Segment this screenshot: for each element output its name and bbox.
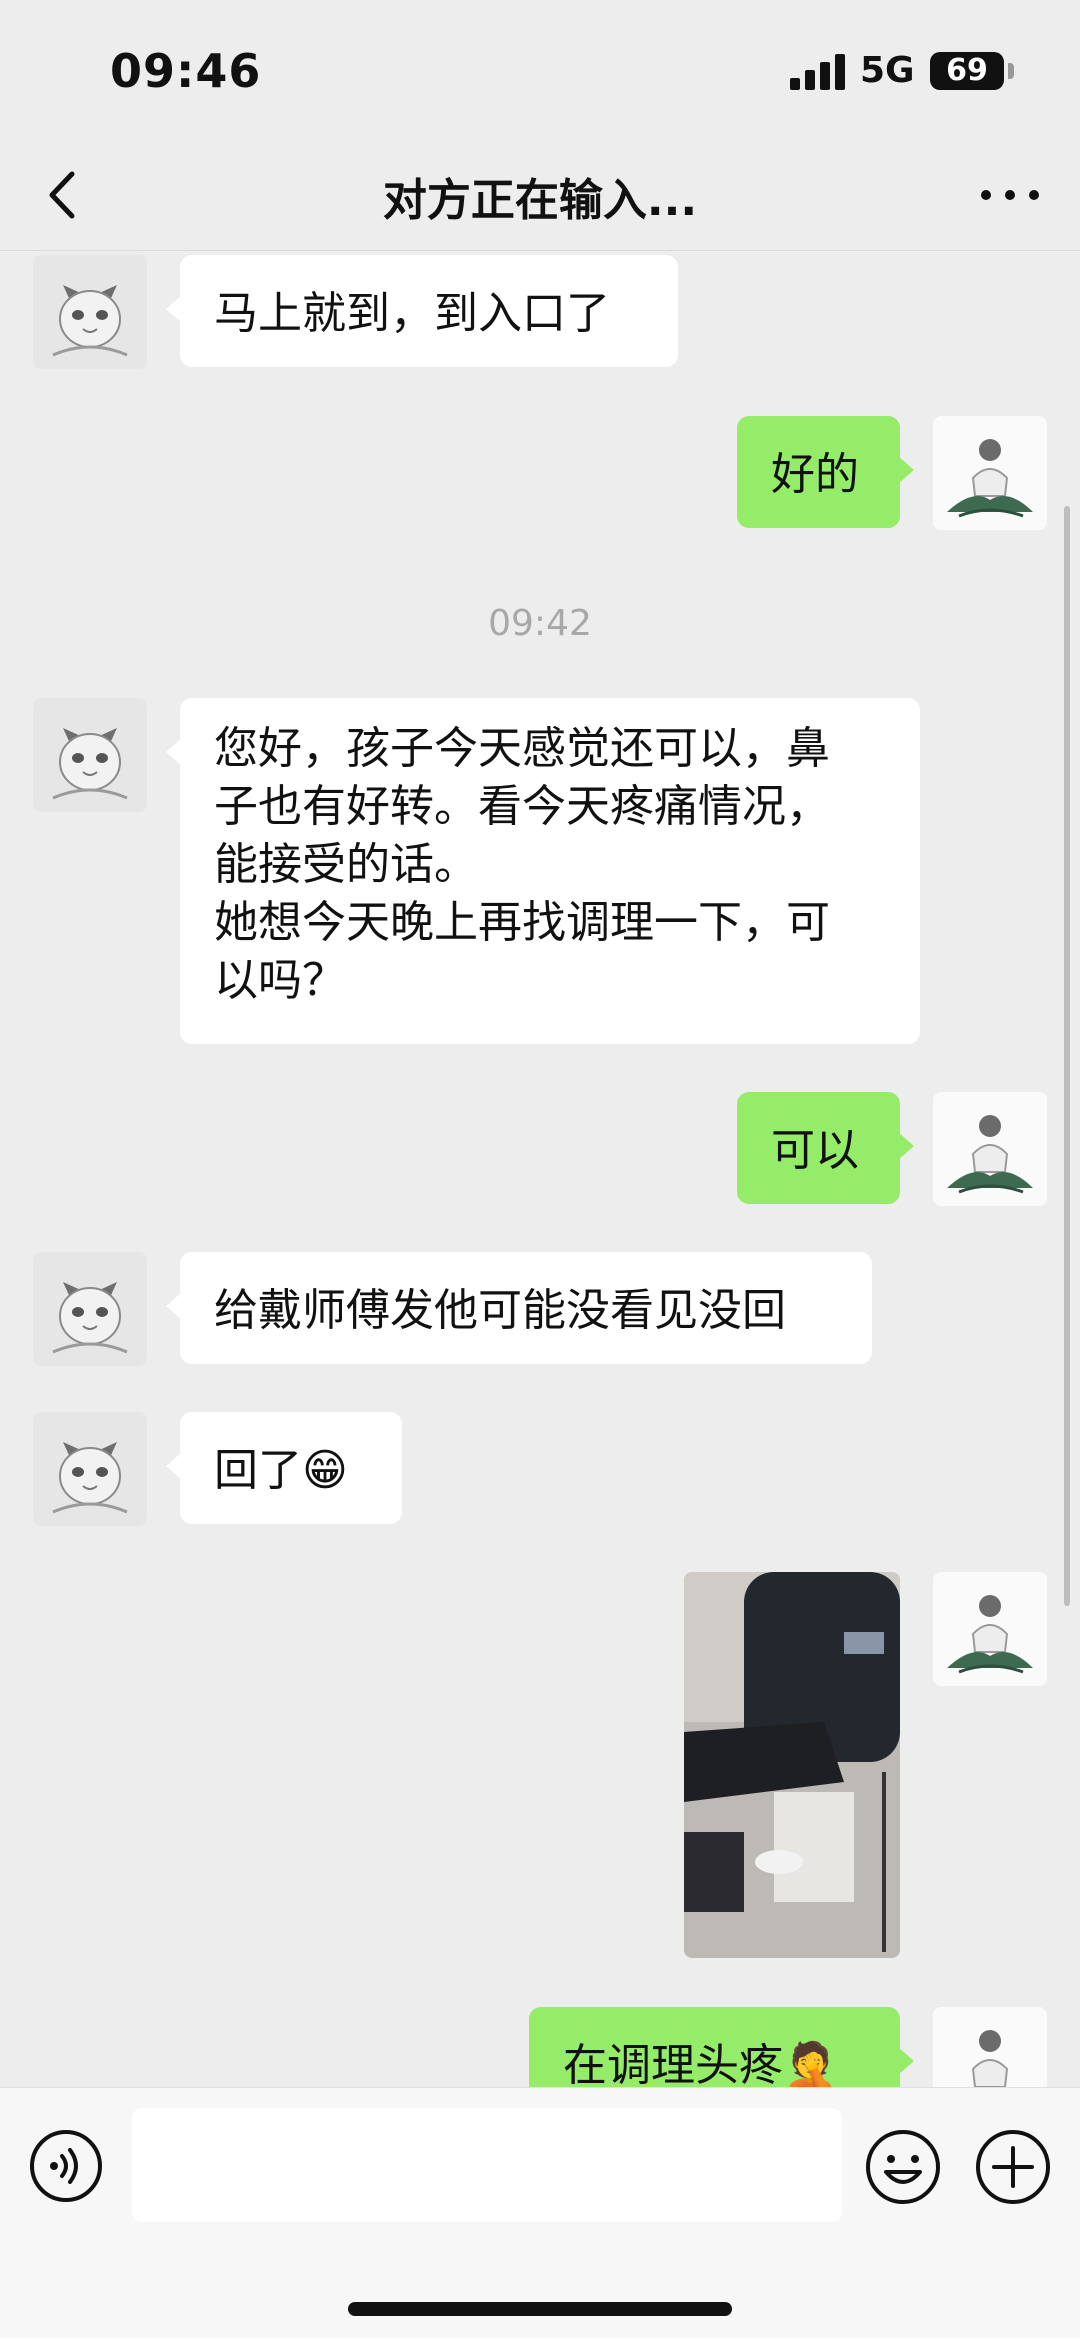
more-button[interactable] <box>970 160 1050 230</box>
cat-avatar-icon <box>33 1252 147 1366</box>
message-timestamp: 09:42 <box>488 603 592 644</box>
signal-icon <box>790 54 845 90</box>
message-input[interactable] <box>132 2108 842 2222</box>
plus-icon <box>976 2130 1050 2204</box>
person-avatar-icon <box>933 416 1047 530</box>
message-bubble-outgoing[interactable]: 好的 <box>737 416 914 528</box>
input-bar <box>0 2087 1080 2338</box>
contact-avatar[interactable] <box>33 255 147 369</box>
home-indicator <box>348 2302 732 2316</box>
more-dots-icon <box>981 190 1039 200</box>
cat-avatar-icon <box>33 255 147 369</box>
contact-avatar[interactable] <box>33 1252 147 1366</box>
cat-avatar-icon <box>33 1412 147 1526</box>
more-functions-button[interactable] <box>974 2128 1052 2206</box>
chat-message-list[interactable]: 马上就到，到入口了 好的 09:42 您好，孩子今天感觉还可以，鼻 子也有好转。… <box>0 251 1080 2087</box>
message-bubble-incoming[interactable]: 您好，孩子今天感觉还可以，鼻 子也有好转。看今天疼痛情况， 能接受的话。 她想今… <box>166 698 920 1044</box>
status-bar: 09:46 5G 69 <box>0 0 1080 140</box>
self-avatar[interactable] <box>933 1092 1047 1206</box>
status-time: 09:46 <box>110 44 262 98</box>
cat-avatar-icon <box>33 698 147 812</box>
contact-avatar[interactable] <box>33 698 147 812</box>
battery-indicator: 69 <box>930 52 1004 90</box>
message-bubble-incoming[interactable]: 回了😁 <box>166 1412 402 1524</box>
voice-icon <box>30 2130 102 2202</box>
message-bubble-incoming[interactable]: 给戴师傅发他可能没看见没回 <box>166 1252 872 1364</box>
person-avatar-icon <box>933 1092 1047 1206</box>
photo-message[interactable] <box>684 1572 900 1958</box>
message-bubble-incoming[interactable]: 马上就到，到入口了 <box>166 255 678 367</box>
emoji-button[interactable] <box>864 2128 942 2206</box>
person-avatar-icon <box>933 2007 1047 2087</box>
self-avatar[interactable] <box>933 1572 1047 1686</box>
person-avatar-icon <box>933 1572 1047 1686</box>
message-bubble-outgoing[interactable]: 在调理头疼🤦 <box>529 2007 914 2087</box>
contact-avatar[interactable] <box>33 1412 147 1526</box>
chat-title: 对方正在输入... <box>382 175 698 226</box>
message-bubble-outgoing[interactable]: 可以 <box>737 1092 914 1204</box>
network-label: 5G <box>860 50 915 91</box>
voice-input-button[interactable] <box>28 2128 104 2204</box>
battery-tip <box>1008 63 1014 79</box>
chat-header: 对方正在输入... <box>0 140 1080 251</box>
self-avatar[interactable] <box>933 2007 1047 2087</box>
self-avatar[interactable] <box>933 416 1047 530</box>
emoji-icon <box>866 2130 940 2204</box>
photo-thumbnail <box>684 1572 900 1958</box>
scroll-indicator[interactable] <box>1064 506 1070 1606</box>
